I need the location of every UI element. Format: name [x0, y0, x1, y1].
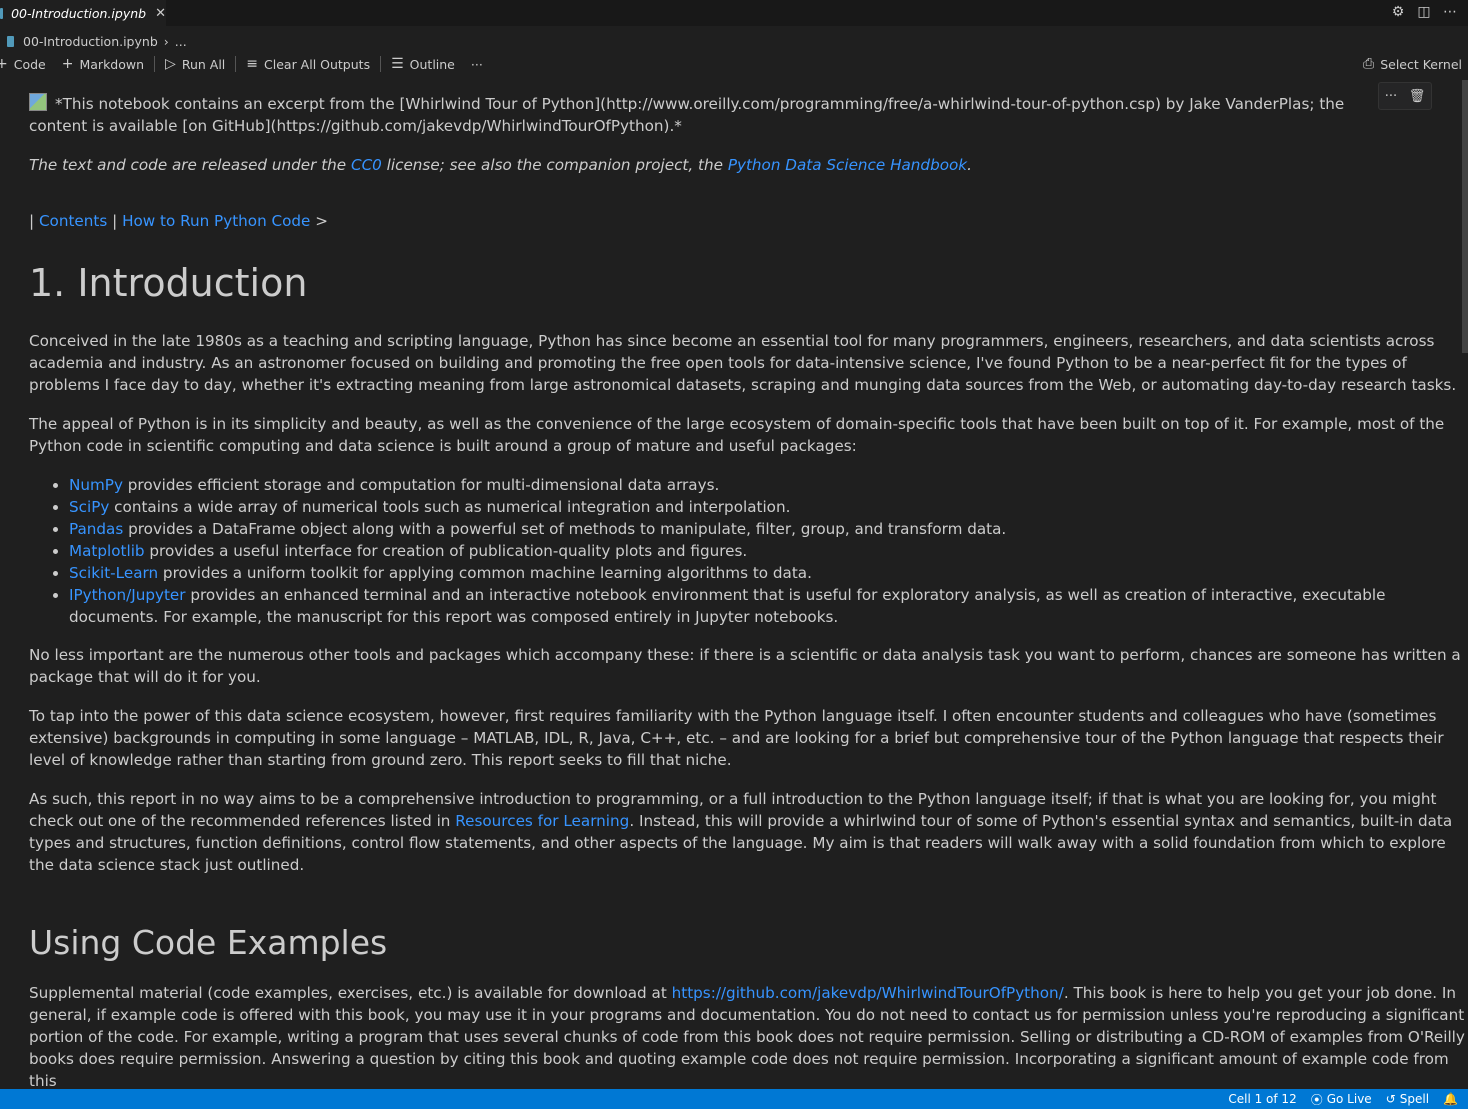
license-line: The text and code are released under the… — [29, 156, 972, 174]
outline-list-icon: ☰ — [391, 56, 404, 72]
nav-line: | Contents | How to Run Python Code > — [29, 212, 328, 230]
more-icon: ··· — [470, 56, 483, 72]
breadcrumb-more[interactable]: ... — [175, 34, 187, 49]
code-label: Code — [13, 56, 46, 72]
status-bar: Cell 1 of 12 ⦿ Go Live ↺ Spell 🔔 — [0, 1089, 1468, 1109]
paragraph: Conceived in the late 1980s as a teachin… — [29, 332, 1457, 394]
notebook-toolbar: + Code + Markdown ▷ Run All ≡ Clear All … — [0, 53, 1468, 75]
list-item: Pandas provides a DataFrame object along… — [69, 518, 1465, 540]
toolbar-divider — [154, 56, 156, 72]
github-link[interactable]: https://github.com/jakevdp/WhirlwindTour… — [672, 984, 1064, 1002]
add-markdown-cell-button[interactable]: + Markdown — [62, 56, 144, 72]
toolbar-divider — [380, 56, 382, 72]
paragraph: As such, this report in no way aims to b… — [29, 790, 1453, 874]
cell-position[interactable]: Cell 1 of 12 — [1228, 1092, 1296, 1106]
tab-notebook[interactable]: 00-Introduction.ipynb ✕ — [0, 0, 166, 26]
more-actions-icon[interactable]: ⋯ — [1442, 3, 1458, 21]
package-link[interactable]: Matplotlib — [69, 542, 145, 560]
broken-image-icon — [29, 93, 47, 111]
markdown-cell[interactable]: *This notebook contains an excerpt from … — [29, 93, 1465, 1092]
settings-gear-icon[interactable]: ⚙ — [1390, 3, 1406, 21]
package-list: NumPy provides efficient storage and com… — [29, 474, 1465, 628]
paragraph: The appeal of Python is in its simplicit… — [29, 415, 1445, 455]
package-link[interactable]: SciPy — [69, 498, 109, 516]
go-live-button[interactable]: ⦿ Go Live — [1311, 1091, 1372, 1108]
outline-label: Outline — [409, 56, 455, 72]
plus-icon: + — [61, 56, 74, 72]
clear-outputs-label: Clear All Outputs — [264, 56, 371, 72]
outline-button[interactable]: ☰ Outline — [391, 56, 455, 72]
heading-introduction: 1. Introduction — [29, 261, 308, 305]
notebook-file-icon — [7, 35, 14, 47]
bell-icon[interactable]: 🔔 — [1443, 1092, 1458, 1106]
resources-link[interactable]: Resources for Learning — [455, 812, 629, 830]
toolbar-more-button[interactable]: ··· — [471, 57, 483, 72]
list-item: Scikit-Learn provides a uniform toolkit … — [69, 562, 1465, 584]
editor-tab-bar: 00-Introduction.ipynb ✕ ⚙ ◫ ⋯ — [0, 0, 1468, 26]
cc0-link[interactable]: CC0 — [351, 156, 382, 174]
paragraph: Supplemental material (code examples, ex… — [29, 984, 1465, 1090]
package-link[interactable]: Pandas — [69, 520, 123, 538]
list-item: NumPy provides efficient storage and com… — [69, 474, 1465, 496]
clear-all-outputs-button[interactable]: ≡ Clear All Outputs — [246, 56, 370, 72]
spell-button[interactable]: ↺ Spell — [1386, 1092, 1429, 1106]
pdsh-link[interactable]: Python Data Science Handbook — [728, 156, 967, 174]
notebook-file-icon — [0, 7, 4, 19]
contents-link[interactable]: Contents — [39, 212, 107, 230]
package-link[interactable]: IPython/Jupyter — [69, 586, 186, 604]
toolbar-divider — [235, 56, 237, 72]
how-to-run-link[interactable]: How to Run Python Code — [122, 212, 310, 230]
package-link[interactable]: Scikit-Learn — [69, 564, 158, 582]
kernel-label: Select Kernel — [1380, 56, 1462, 72]
history-icon: ↺ — [1385, 1092, 1396, 1106]
list-item: IPython/Jupyter provides an enhanced ter… — [69, 584, 1465, 628]
breadcrumb: 00-Introduction.ipynb › ... — [0, 30, 187, 52]
list-item: Matplotlib provides a useful interface f… — [69, 540, 1465, 562]
markdown-label: Markdown — [79, 56, 145, 72]
broadcast-icon: ⦿ — [1310, 1092, 1323, 1107]
clear-all-icon: ≡ — [246, 56, 259, 72]
close-icon[interactable]: ✕ — [155, 6, 166, 21]
plus-icon: + — [0, 56, 8, 72]
package-link[interactable]: NumPy — [69, 476, 123, 494]
paragraph: To tap into the power of this data scien… — [29, 707, 1444, 769]
scrollbar[interactable] — [1462, 80, 1468, 353]
run-all-button[interactable]: ▷ Run All — [165, 56, 225, 72]
split-editor-icon[interactable]: ◫ — [1416, 3, 1432, 21]
breadcrumb-file[interactable]: 00-Introduction.ipynb — [23, 34, 158, 49]
intro-note: *This notebook contains an excerpt from … — [29, 93, 1345, 135]
tab-title: 00-Introduction.ipynb — [11, 5, 147, 21]
run-all-icon: ▷ — [165, 56, 176, 72]
heading-using-code-examples: Using Code Examples — [29, 923, 388, 962]
list-item: SciPy contains a wide array of numerical… — [69, 496, 1465, 518]
chevron-right-icon: › — [163, 33, 169, 49]
run-all-label: Run All — [181, 56, 226, 72]
kernel-icon: ⎙ — [1362, 56, 1375, 72]
select-kernel-button[interactable]: ⎙ Select Kernel — [1363, 53, 1462, 75]
paragraph: No less important are the numerous other… — [29, 646, 1461, 686]
editor-actions: ⚙ ◫ ⋯ — [1390, 3, 1458, 21]
add-code-cell-button[interactable]: + Code — [0, 56, 46, 72]
